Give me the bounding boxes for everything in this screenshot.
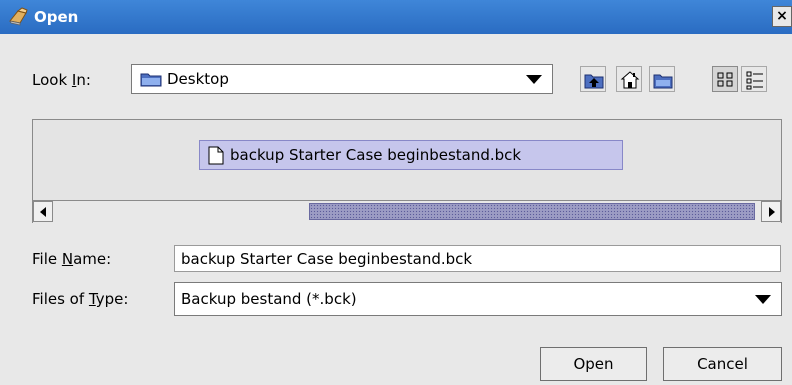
up-one-level-button[interactable] <box>580 66 606 92</box>
cancel-button[interactable]: Cancel <box>663 347 782 381</box>
files-of-type-value: Backup bestand (*.bck) <box>181 290 357 308</box>
dialog-title: Open <box>34 8 79 26</box>
create-new-folder-button[interactable] <box>649 66 675 92</box>
look-in-label: Look In: <box>32 71 91 89</box>
list-view-button[interactable] <box>712 66 738 92</box>
horizontal-scrollbar[interactable] <box>33 200 781 223</box>
title-bar[interactable]: Open × <box>0 0 792 34</box>
file-list[interactable]: backup Starter Case beginbestand.bck <box>32 119 782 223</box>
file-name-label: File Name: <box>32 250 112 268</box>
scroll-left-button[interactable] <box>33 201 53 222</box>
chevron-down-icon[interactable] <box>755 295 771 304</box>
look-in-value: Desktop <box>167 70 229 88</box>
details-view-button[interactable] <box>741 66 767 92</box>
folder-up-icon <box>584 74 604 89</box>
file-item[interactable]: backup Starter Case beginbestand.bck <box>199 140 623 170</box>
list-view-icon <box>717 72 733 87</box>
details-view-icon <box>746 71 763 90</box>
open-button[interactable]: Open <box>540 347 647 381</box>
file-name-input[interactable] <box>174 245 781 272</box>
scroll-right-button[interactable] <box>761 201 781 222</box>
app-icon <box>8 7 30 27</box>
look-in-combo[interactable]: Desktop <box>131 64 553 94</box>
file-icon <box>208 146 224 169</box>
files-of-type-label: Files of Type: <box>32 290 129 308</box>
home-button[interactable] <box>616 66 642 92</box>
open-dialog: Open × Look In: Desktop backup Starter C… <box>0 0 792 385</box>
home-icon <box>620 71 640 89</box>
scroll-thumb[interactable] <box>309 203 755 220</box>
chevron-down-icon[interactable] <box>526 75 542 84</box>
arrow-right-icon <box>769 207 775 217</box>
file-item-name: backup Starter Case beginbestand.bck <box>230 146 522 164</box>
new-folder-icon <box>653 74 673 89</box>
files-of-type-combo[interactable]: Backup bestand (*.bck) <box>174 282 782 316</box>
folder-icon <box>140 71 162 91</box>
close-button[interactable]: × <box>772 6 792 27</box>
arrow-left-icon <box>40 207 46 217</box>
